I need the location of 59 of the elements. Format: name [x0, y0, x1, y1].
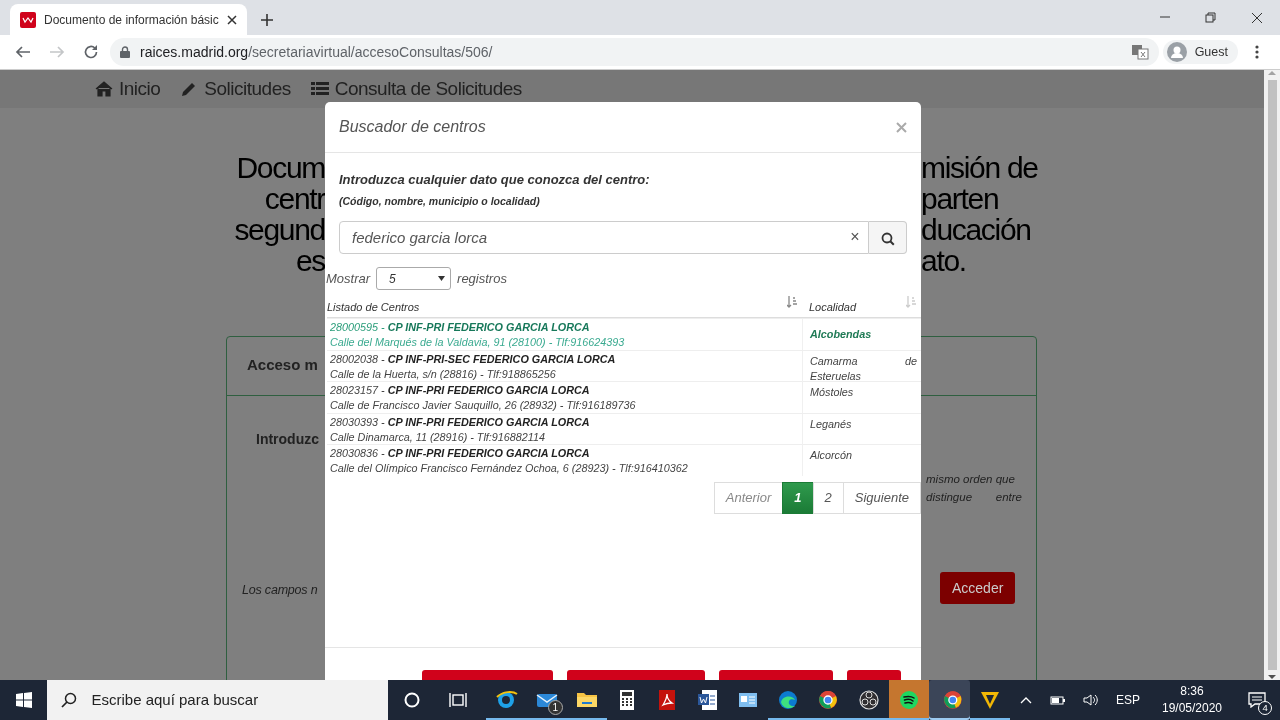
table-cell-text: Alcobendas: [810, 327, 873, 343]
card-title: Acceso m: [247, 356, 318, 373]
table-row[interactable]: 28002038 - CP INF-PRI-SEC FEDERICO GARCIA LORCA Calle de la Huerta, s/n (28816) - Tlf:918865256 Camarma de Esteruelas: [327, 349, 921, 382]
table-row[interactable]: 28030836 - CP INF-PRI FEDERICO GARCIA LORCA Calle del Olímpico Francisco Fernández Ochoa, 6 (28923) - Tlf:916410362 Alcorcón: [327, 444, 921, 476]
nav-link[interactable]: Inicio: [95, 74, 161, 104]
paragraph-text: mismo orden que: [926, 472, 1016, 487]
heading-text: centr: [263, 183, 325, 214]
notifications-button[interactable]: 4: [1234, 680, 1280, 720]
table-cell-text: 28030836 - CP INF-PRI FEDERICO GARCIA LORCA: [330, 446, 591, 462]
submit-button[interactable]: Acceder: [940, 572, 1016, 604]
nav-link[interactable]: Consulta de Solicitudes: [310, 74, 522, 104]
page-link[interactable]: 1: [782, 481, 814, 514]
prompt-text: Introduzc: [256, 430, 320, 449]
nav-link[interactable]: Solicitudes: [180, 74, 291, 104]
table-cell-text: Alcorcón: [810, 448, 853, 464]
table-cell-text: Calle Dinamarca, 11 (28916) - Tlf:916882114: [330, 429, 547, 445]
table-cell-text: 28023157 - CP INF-PRI FEDERICO GARCIA LORCA: [330, 383, 591, 399]
search-field[interactable]: Escribe aquí para buscar: [47, 680, 388, 720]
table-row[interactable]: 28030393 - CP INF-PRI FEDERICO GARCIA LORCA Calle Dinamarca, 11 (28916) - Tlf:916882114 Leganés: [327, 412, 921, 445]
table-cell-text: 28030393 - CP INF-PRI FEDERICO GARCIA LORCA: [330, 414, 591, 430]
table-cell-text: 28002038 - CP INF-PRI-SEC FEDERICO GARCIA LORCA: [330, 351, 617, 367]
prompt-text: Introduzca cualquier dato que conozca del centro:: [339, 171, 651, 189]
table-cell-text: Leganés: [810, 416, 853, 432]
paragraph-text: distingue entre: [926, 490, 1022, 505]
table-cell-text: Móstoles: [810, 385, 855, 401]
page-size-select[interactable]: 5: [376, 267, 452, 291]
heading-text: es: [295, 245, 325, 276]
heading-text: misión de: [921, 152, 1038, 183]
language-indicator[interactable]: ESP: [1105, 691, 1150, 709]
table-cell: Camarma de Esteruelas: [810, 353, 917, 384]
label-text: Mostrar: [326, 270, 371, 288]
table-cell-text: Calle de la Huerta, s/n (28816) - Tlf:918865256: [330, 366, 557, 382]
heading-text: ato.: [921, 245, 967, 276]
column-header[interactable]: Localidad: [809, 298, 857, 316]
page-link[interactable]: Siguiente: [842, 481, 921, 514]
table-row[interactable]: 28023157 - CP INF-PRI FEDERICO GARCIA LORCA Calle de Francisco Javier Sauquillo, 26 (28932) - Tlf:916189736 Móstoles: [327, 381, 921, 413]
label-text: registros: [457, 270, 507, 288]
heading-text: parten: [921, 183, 1000, 214]
hint-text: (Código, nombre, municipio o localidad): [339, 193, 541, 209]
page-link[interactable]: 2: [812, 481, 844, 514]
count-badge: 4: [1258, 701, 1273, 715]
table-cell-text: Calle de Francisco Javier Sauquillo, 26 (28932) - Tlf:916189736: [330, 398, 637, 414]
heading-text: Docum: [235, 152, 325, 183]
clear-button[interactable]: ×: [847, 227, 863, 248]
heading-text: segund: [233, 214, 325, 245]
dialog-title: Buscador de centros: [339, 117, 486, 137]
heading-text: ducación: [921, 214, 1032, 245]
browser-tab[interactable]: Documento de información básic: [10, 4, 247, 35]
note-text: Los campos n: [242, 582, 318, 600]
table-cell-text: Calle del Marqués de la Valdavia, 91 (28100) - Tlf:916624393: [330, 335, 626, 351]
taskbar-app[interactable]: 1: [526, 680, 567, 720]
clock-date[interactable]: 19/05/2020: [1161, 700, 1223, 717]
column-header[interactable]: Listado de Centros: [327, 298, 420, 316]
address-bar[interactable]: raices.madrid.org/secretariavirtual/accesoConsultas/506/: [110, 38, 1159, 66]
clock-time[interactable]: 8:36: [1161, 683, 1223, 700]
table-row[interactable]: 28000595 - CP INF-PRI FEDERICO GARCIA LORCA Calle del Marqués de la Valdavia, 91 (28100) - Tlf:916624393 Alcobendas: [327, 318, 921, 350]
profile-button[interactable]: Guest: [1162, 40, 1238, 64]
table-cell-text: Calle del Olímpico Francisco Fernández Ochoa, 6 (28923) - Tlf:916410362: [330, 461, 689, 477]
table-cell-text: 28000595 - CP INF-PRI FEDERICO GARCIA LORCA: [330, 320, 591, 336]
